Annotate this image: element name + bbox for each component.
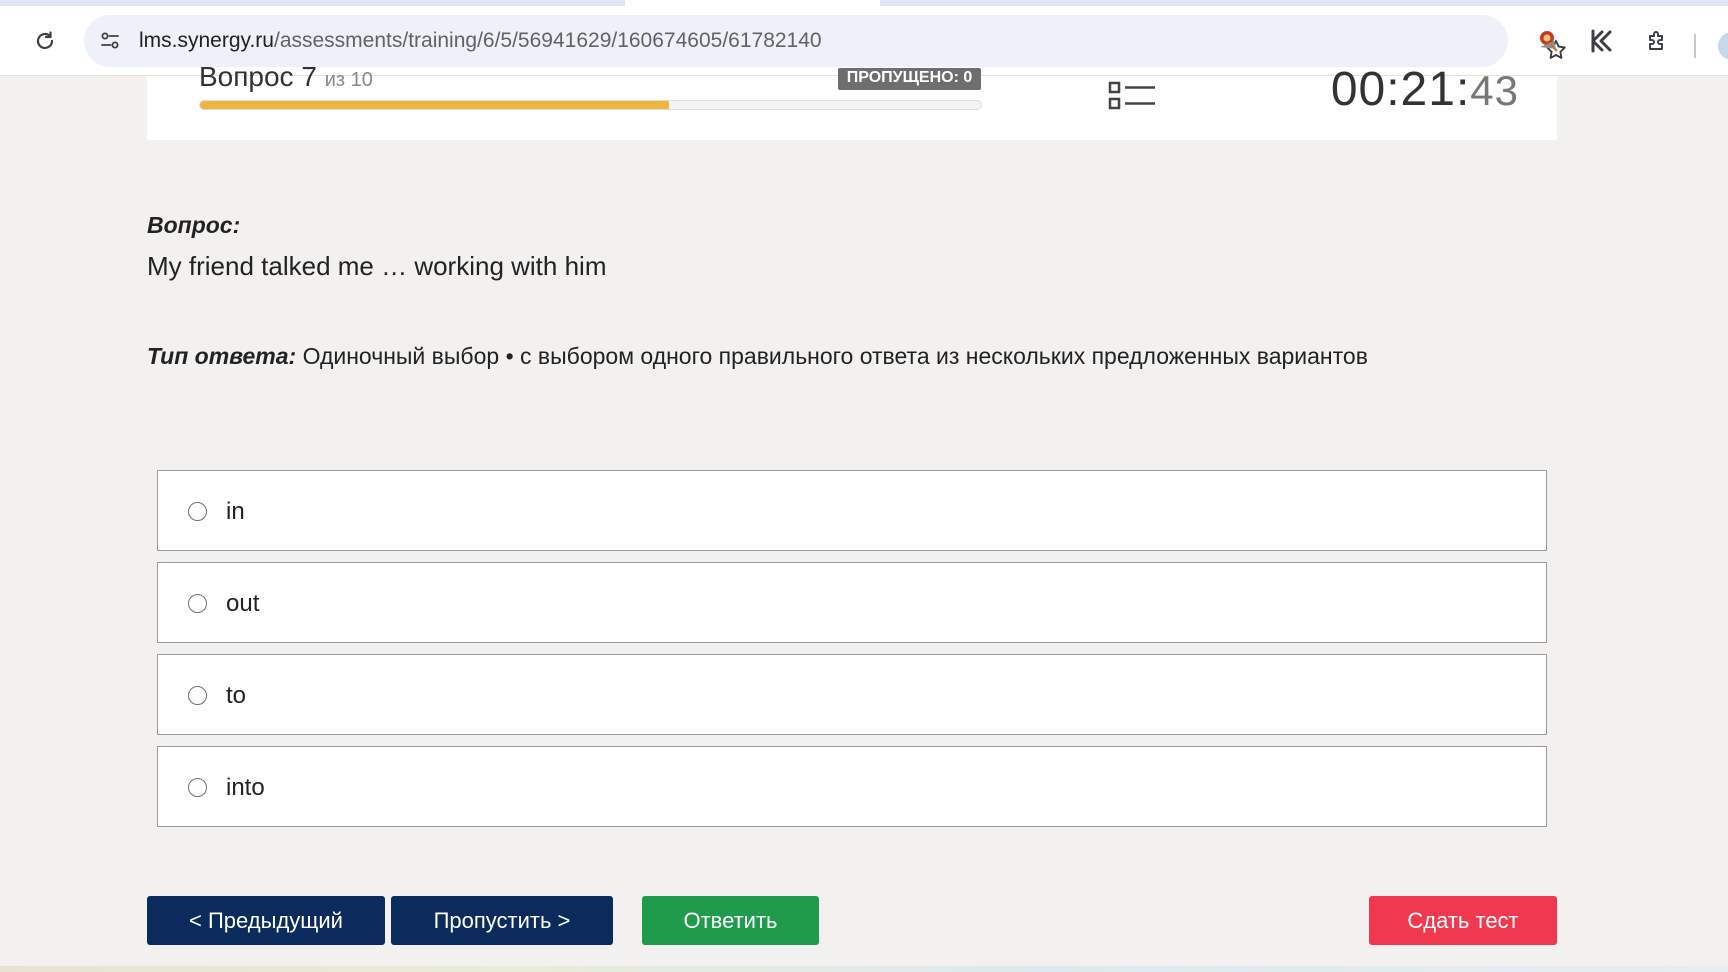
- timer-seconds: 43: [1470, 67, 1519, 114]
- answer-option[interactable]: to: [157, 654, 1547, 735]
- profile-avatar[interactable]: [1718, 32, 1728, 60]
- question-counter: Вопрос 7 из 10: [199, 61, 373, 93]
- answer-type: Тип ответа: Одиночный выбор • с выбором …: [147, 343, 1368, 370]
- answer-option[interactable]: into: [157, 746, 1547, 827]
- url-text[interactable]: lms.synergy.ru/assessments/training/6/5/…: [139, 29, 822, 53]
- timer-main: 00:21:: [1330, 63, 1471, 116]
- option-label: to: [226, 682, 247, 709]
- site-info-icon[interactable]: [92, 23, 128, 59]
- radio-button[interactable]: [188, 778, 207, 797]
- question-number: Вопрос 7: [199, 61, 317, 92]
- toolbar-separator: [1694, 34, 1696, 58]
- option-label: in: [226, 498, 245, 525]
- puzzle-icon[interactable]: [1639, 23, 1675, 59]
- progress-fill: [200, 101, 669, 109]
- reload-icon[interactable]: [27, 23, 63, 59]
- answer-type-label: Тип ответа:: [147, 343, 297, 369]
- extension-icon[interactable]: [1530, 23, 1566, 59]
- radio-button[interactable]: [188, 686, 207, 705]
- question-text: My friend talked me … working with him: [147, 251, 607, 281]
- answer-type-value: Одиночный выбор • с выбором одного прави…: [296, 343, 1368, 369]
- test-header: Вопрос 7 из 10 ПРОПУЩЕНО: 0 00:21:43: [147, 61, 1557, 140]
- extension-icon[interactable]: [1584, 23, 1620, 59]
- url-path: /assessments/training/6/5/56941629/16067…: [273, 29, 822, 52]
- previous-button[interactable]: < Предыдущий: [147, 896, 385, 945]
- answer-option[interactable]: out: [157, 562, 1547, 643]
- option-label: out: [226, 590, 260, 617]
- answer-options: in out to into: [157, 470, 1547, 838]
- option-label: into: [226, 774, 265, 801]
- address-bar[interactable]: lms.synergy.ru/assessments/training/6/5/…: [84, 15, 1566, 67]
- progress-bar: [199, 100, 982, 110]
- question-list-icon[interactable]: [1107, 78, 1159, 114]
- url-host: lms.synergy.ru: [139, 29, 274, 52]
- skip-button[interactable]: Пропустить >: [391, 896, 613, 945]
- question-total: из 10: [324, 69, 373, 91]
- radio-button[interactable]: [188, 594, 207, 613]
- skipped-badge: ПРОПУЩЕНО: 0: [838, 68, 981, 90]
- answer-option[interactable]: in: [157, 470, 1547, 551]
- finish-test-button[interactable]: Сдать тест: [1369, 896, 1557, 945]
- question-label: Вопрос:: [147, 212, 241, 238]
- taskbar-edge: [0, 966, 1728, 972]
- answer-button[interactable]: Ответить: [642, 896, 819, 945]
- timer: 00:21:43: [1331, 62, 1519, 117]
- radio-button[interactable]: [188, 502, 207, 521]
